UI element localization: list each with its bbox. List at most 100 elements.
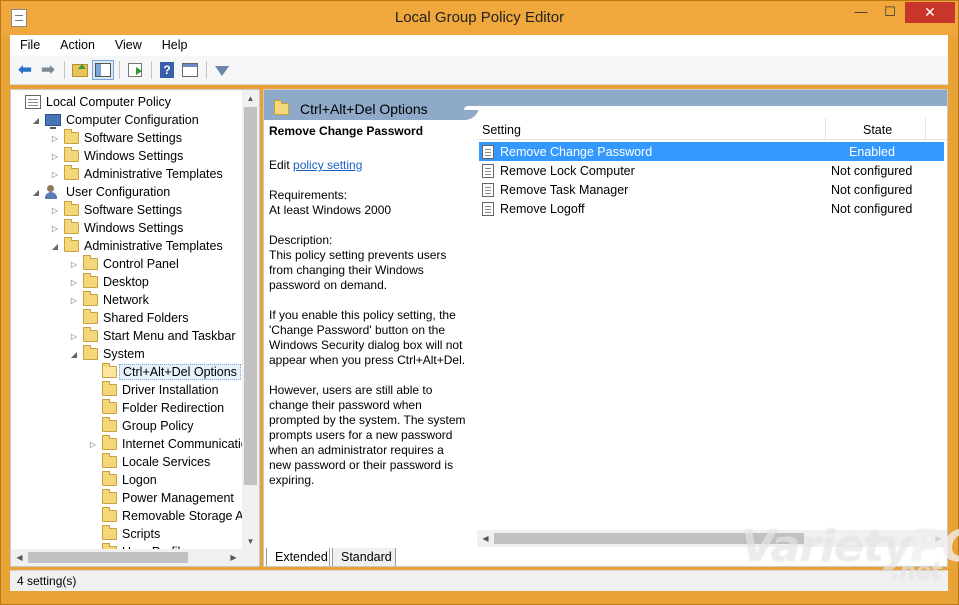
menu-file[interactable]: File [10, 35, 50, 56]
scroll-left-icon[interactable]: ◀ [11, 549, 28, 566]
list-item[interactable]: Remove Logoff Not configured [479, 199, 944, 218]
tree-item[interactable]: Ctrl+Alt+Del Options [88, 363, 241, 381]
tree-item[interactable]: ◢ Administrative Templates [50, 237, 223, 255]
close-button[interactable]: ✕ [905, 2, 955, 23]
tree-item-label: Windows Settings [84, 221, 184, 235]
tab-extended[interactable]: Extended [266, 548, 330, 566]
tree-vscroll-thumb[interactable] [244, 107, 257, 485]
menu-help[interactable]: Help [152, 35, 198, 56]
tree-item[interactable]: Logon [88, 471, 157, 489]
help-button[interactable]: ? [156, 60, 178, 80]
expand-arrow-icon[interactable]: ▷ [50, 224, 60, 233]
scroll-down-icon[interactable]: ▼ [242, 533, 259, 550]
console-tree[interactable]: Local Computer Policy ◢ Computer Configura… [10, 89, 260, 567]
scroll-up-icon[interactable]: ▲ [242, 90, 259, 107]
tree-item-label: Administrative Templates [84, 239, 223, 253]
expand-arrow-icon[interactable]: ▷ [50, 206, 60, 215]
column-header-setting[interactable]: Setting [482, 123, 521, 137]
tree-item[interactable]: Folder Redirection [88, 399, 224, 417]
export-list-button[interactable] [124, 60, 146, 80]
tree-item[interactable]: ▷ Control Panel [69, 255, 179, 273]
setting-state: Not configured [831, 201, 913, 216]
tree-item[interactable]: ▷ Network [69, 291, 149, 309]
expand-arrow-icon[interactable]: ▷ [69, 296, 79, 305]
tree-item[interactable]: ▷ Windows Settings [50, 219, 183, 237]
policy-title: Remove Change Password [269, 124, 424, 138]
requirements: Requirements: At least Windows 2000 [269, 188, 469, 218]
policy-root-icon [25, 95, 41, 109]
menu-view[interactable]: View [105, 35, 152, 56]
tree-item[interactable]: Local Computer Policy [25, 93, 171, 111]
tree-hscroll-thumb[interactable] [28, 552, 188, 563]
tree-item[interactable]: ▷ Internet Communicatic [88, 435, 243, 453]
tree-item[interactable]: ◢ Computer Configuration [31, 111, 199, 129]
show-hide-tree-button[interactable] [92, 60, 114, 80]
edit-policy-setting-link[interactable]: policy setting [293, 158, 362, 172]
folder-icon [102, 507, 117, 522]
setting-state: Not configured [831, 163, 913, 178]
tree-item[interactable]: Power Management [88, 489, 234, 507]
tree-item[interactable]: Driver Installation [88, 381, 219, 399]
list-item[interactable]: Remove Lock Computer Not configured [479, 161, 944, 180]
minimize-button[interactable]: — [847, 2, 875, 23]
scroll-left-icon[interactable]: ◀ [477, 530, 494, 547]
tree-item[interactable]: ▷ Administrative Templates [50, 165, 223, 183]
back-arrow-icon: ⬅ [17, 60, 33, 79]
policy-setting-icon [482, 163, 494, 178]
scroll-right-icon[interactable]: ▶ [225, 549, 242, 566]
expand-arrow-icon[interactable]: ▷ [69, 332, 79, 341]
collapse-arrow-icon[interactable]: ◢ [50, 242, 60, 251]
tree-item[interactable]: Scripts [88, 525, 160, 543]
tree-item[interactable]: ▷ Windows Settings [50, 147, 183, 165]
expand-arrow-icon[interactable]: ▷ [50, 152, 60, 161]
tree-item[interactable]: ◢ System [69, 345, 145, 363]
expand-arrow-icon[interactable]: ▷ [69, 278, 79, 287]
column-divider[interactable] [925, 118, 926, 140]
expand-arrow-icon[interactable]: ▷ [50, 170, 60, 179]
forward-button[interactable]: ➡ [37, 60, 59, 80]
column-divider[interactable] [825, 118, 826, 140]
properties-button[interactable] [179, 60, 201, 80]
tree-item[interactable]: Locale Services [88, 453, 210, 471]
tree-item[interactable]: Group Policy [88, 417, 194, 435]
header-title-tab: Ctrl+Alt+Del Options [264, 94, 479, 120]
tree-item[interactable]: ▷ Software Settings [50, 201, 182, 219]
filter-button[interactable] [211, 60, 233, 80]
expand-arrow-icon[interactable]: ▷ [69, 260, 79, 269]
folder-icon [64, 147, 79, 162]
back-button[interactable]: ⬅ [14, 60, 36, 80]
list-item[interactable]: Remove Task Manager Not configured [479, 180, 944, 199]
tree-item[interactable]: ▷ Start Menu and Taskbar [69, 327, 235, 345]
tree-horizontal-scrollbar[interactable]: ◀ ▶ [11, 549, 259, 566]
setting-state: Enabled [849, 144, 895, 159]
collapse-arrow-icon[interactable]: ◢ [31, 188, 41, 197]
maximize-button[interactable]: ☐ [876, 2, 904, 23]
tree-item[interactable]: Shared Folders [69, 309, 188, 327]
collapse-arrow-icon[interactable]: ◢ [69, 350, 79, 359]
toolbar: ⬅ ➡ ? [10, 56, 948, 85]
column-header-state[interactable]: State [863, 123, 892, 137]
app-window: Local Group Policy Editor — ☐ ✕ File Act… [0, 0, 959, 605]
up-level-button[interactable] [69, 60, 91, 80]
settings-list[interactable]: Setting State Remove Change Password Enab… [477, 118, 947, 546]
tree-vertical-scrollbar[interactable]: ▲ ▼ [242, 90, 259, 550]
menu-action[interactable]: Action [50, 35, 105, 56]
tree-item[interactable]: ▷ Desktop [69, 273, 149, 291]
tab-standard[interactable]: Standard [332, 548, 396, 566]
tree-item-label: Control Panel [103, 257, 179, 271]
tree-item[interactable]: ▷ Software Settings [50, 129, 182, 147]
folder-icon [83, 291, 98, 306]
description-text-2: If you enable this policy setting, the '… [269, 308, 466, 367]
expand-arrow-icon[interactable]: ▷ [88, 440, 98, 449]
requirements-value: At least Windows 2000 [269, 203, 392, 217]
tree-item[interactable]: Removable Storage Acc [88, 507, 243, 525]
setting-name: Remove Logoff [500, 201, 585, 216]
tree-item[interactable]: ◢ User Configuration [31, 183, 170, 201]
policy-setting-icon [482, 144, 494, 159]
requirements-label: Requirements: [269, 188, 348, 202]
title-bar[interactable]: Local Group Policy Editor — ☐ ✕ [1, 1, 958, 35]
collapse-arrow-icon[interactable]: ◢ [31, 116, 41, 125]
header-title: Ctrl+Alt+Del Options [300, 101, 428, 117]
expand-arrow-icon[interactable]: ▷ [50, 134, 60, 143]
list-item[interactable]: Remove Change Password Enabled [479, 142, 944, 161]
